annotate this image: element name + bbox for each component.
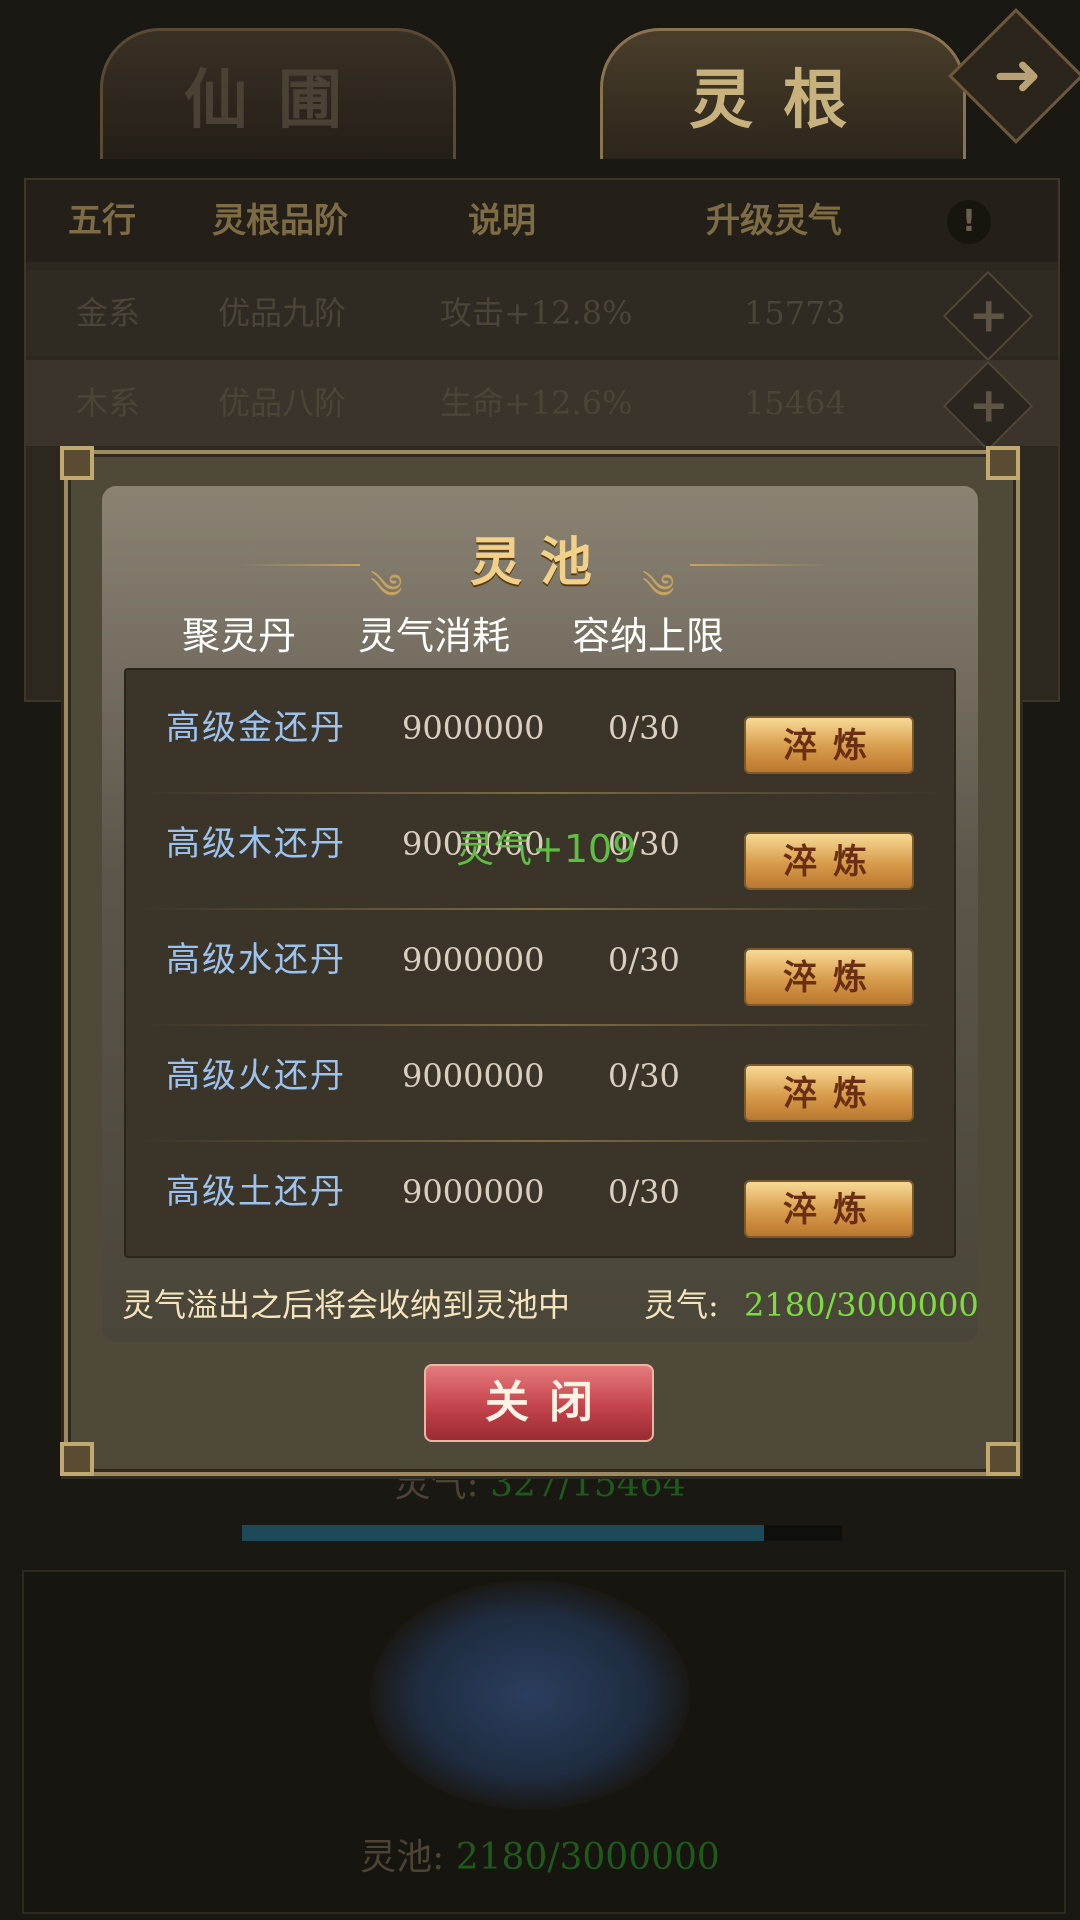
pill-list: 高级金还丹 9000000 0/30 淬炼 高级木还丹 9000000 0/30… (124, 668, 956, 1258)
row-grade: 优品九阶 (218, 294, 347, 332)
lingqi-total-value: 2180/3000000 (744, 1286, 979, 1324)
pill-capacity: 0/30 (608, 709, 680, 747)
row-cost: 15464 (744, 384, 846, 422)
pill-name: 高级土还丹 (166, 1172, 346, 1212)
header-desc: 说明 (468, 180, 536, 262)
plus-icon: + (968, 377, 1009, 434)
list-item: 高级水还丹 9000000 0/30 淬炼 (126, 902, 954, 1018)
pill-name: 高级金还丹 (166, 708, 346, 748)
pill-cost: 9000000 (402, 941, 545, 979)
frame-corner (60, 1442, 94, 1476)
pill-cost: 9000000 (402, 709, 545, 747)
header-cost: 升级灵气 (706, 180, 842, 262)
overflow-note: 灵气溢出之后将会收纳到灵池中 (122, 1286, 571, 1324)
tab-xianpu[interactable]: 仙圃 (100, 28, 456, 159)
refine-button[interactable]: 淬炼 (744, 832, 914, 890)
refine-button[interactable]: 淬炼 (744, 948, 914, 1006)
header-wuxing: 五行 (68, 180, 136, 262)
frame-corner (60, 446, 94, 480)
col-header-pill: 聚灵丹 (182, 614, 297, 658)
next-arrow-icon[interactable]: ➜ (948, 8, 1080, 144)
info-icon[interactable]: ! (947, 200, 991, 244)
lingqi-progress-fill (242, 1525, 764, 1541)
refine-button[interactable]: 淬炼 (744, 1180, 914, 1238)
pill-cost: 9000000 (402, 1173, 545, 1211)
spirit-pool-image[interactable] (370, 1580, 690, 1810)
title-ornament-line (690, 564, 830, 566)
list-item: 高级金还丹 9000000 0/30 淬炼 (126, 670, 954, 786)
pill-capacity: 0/30 (608, 941, 680, 979)
pill-name: 高级水还丹 (166, 940, 346, 980)
row-element: 木系 (76, 384, 141, 422)
lingqi-gain-popup: 灵气+109 (456, 827, 637, 871)
pool-value: 2180/3000000 (455, 1837, 720, 1878)
pill-name: 高级木还丹 (166, 824, 346, 864)
pool-label: 灵池: (360, 1837, 445, 1878)
row-grade: 优品八阶 (218, 384, 347, 422)
row-cost: 15773 (744, 294, 846, 332)
pill-capacity: 0/30 (608, 1057, 680, 1095)
row-element: 金系 (76, 294, 141, 332)
plus-icon: + (968, 287, 1009, 344)
header-grade: 灵根品阶 (212, 180, 348, 262)
dialog-title-bar: 灵池 (330, 530, 750, 596)
dialog-title: 灵池 (469, 532, 610, 593)
list-item: 高级火还丹 9000000 0/30 淬炼 (126, 1018, 954, 1134)
col-header-cost: 灵气消耗 (358, 614, 511, 658)
pill-capacity: 0/30 (608, 1173, 680, 1211)
close-button[interactable]: 关闭 (424, 1364, 654, 1442)
frame-corner (986, 1442, 1020, 1476)
lingqi-progress-bar (242, 1525, 842, 1541)
refine-button[interactable]: 淬炼 (744, 1064, 914, 1122)
table-header (26, 180, 1058, 262)
list-item: 高级土还丹 9000000 0/30 淬炼 (126, 1134, 954, 1250)
row-desc: 生命+12.6% (440, 384, 633, 422)
col-header-cap: 容纳上限 (572, 614, 725, 658)
pool-readout: 灵池: 2180/3000000 (0, 1828, 1080, 1880)
lingqi-total-label: 灵气: (644, 1286, 719, 1324)
tab-linggen[interactable]: 灵根 (600, 28, 966, 159)
refine-button[interactable]: 淬炼 (744, 716, 914, 774)
frame-corner (986, 446, 1020, 480)
pill-cost: 9000000 (402, 1057, 545, 1095)
row-desc: 攻击+12.8% (440, 294, 633, 332)
pill-name: 高级火还丹 (166, 1056, 346, 1096)
